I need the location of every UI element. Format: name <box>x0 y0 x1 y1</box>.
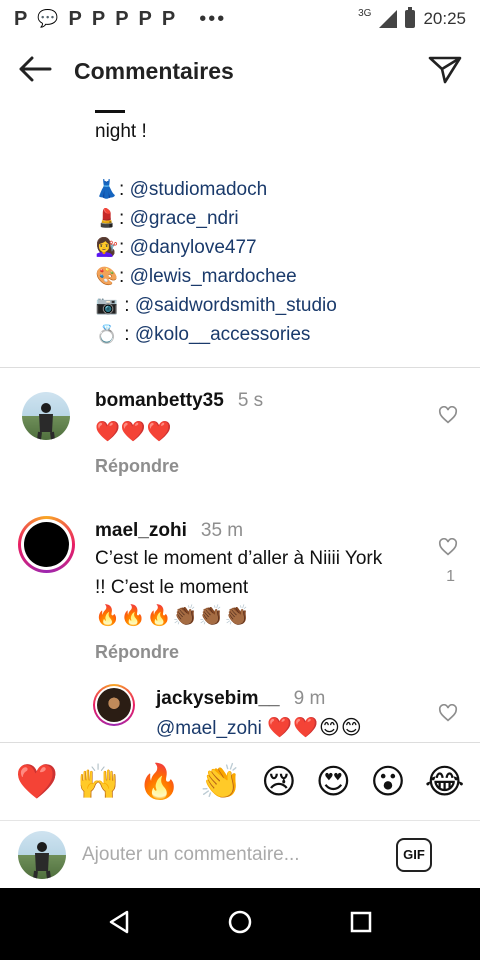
comment-header: mael_zohi 35 m <box>95 520 243 542</box>
separator: : <box>124 295 130 316</box>
avatar[interactable] <box>22 392 70 440</box>
quick-emoji-bar: ❤️ 🙌 🔥 👏 😢 😍 😮 😂 <box>0 742 480 820</box>
send-icon[interactable] <box>428 54 462 89</box>
credit-line: 👗 : @studiomadoch <box>95 175 465 204</box>
signal-icon <box>379 10 398 28</box>
timestamp: 35 m <box>200 520 244 541</box>
notification-icons: P 💬 P P P P P ••• <box>14 8 226 31</box>
heart-eyes-emoji-button[interactable]: 😍 <box>316 762 351 802</box>
battery-icon <box>405 7 416 28</box>
username[interactable]: mael_zohi <box>95 520 187 541</box>
post-caption: night ! 👗 : @studiomadoch 💄 : @grace_ndr… <box>95 104 465 349</box>
network-type: 3G <box>358 7 372 19</box>
surprised-face-emoji-button[interactable]: 😮 <box>370 762 405 802</box>
mention-link[interactable]: @saidwordsmith_studio <box>135 291 337 320</box>
palette-icon: 🎨 <box>95 266 119 286</box>
comment-item: mael_zohi 35 m C’est le moment d’aller à … <box>0 512 480 682</box>
mention-link[interactable]: @lewis_mardochee <box>130 262 297 291</box>
credit-line: 🎨 : @lewis_mardochee <box>95 262 465 291</box>
like-heart-icon[interactable] <box>438 537 458 561</box>
comment-item: bomanbetty35 5 s ❤️❤️❤️ Répondre <box>0 384 480 494</box>
page-title: Commentaires <box>74 57 234 84</box>
comment-input[interactable] <box>82 843 396 866</box>
notification-icon: P <box>14 7 28 30</box>
reply-button[interactable]: Répondre <box>95 642 179 663</box>
comment-text: @mael_zohi ❤️❤️😊😊 <box>156 714 363 742</box>
fire-emoji-button[interactable]: 🔥 <box>138 762 180 802</box>
mention-link[interactable]: @kolo__accessories <box>135 320 311 349</box>
caption-line <box>95 104 465 117</box>
separator: : <box>119 237 125 258</box>
notification-icon: P <box>68 7 82 30</box>
back-arrow-icon[interactable] <box>18 56 52 87</box>
notification-icon: P <box>138 7 152 30</box>
timestamp: 9 m <box>293 688 326 709</box>
avatar[interactable] <box>18 516 75 573</box>
notification-icon: P <box>91 7 106 30</box>
comment-emojis: ❤️❤️😊😊 <box>267 717 363 739</box>
like-count: 1 <box>446 568 455 585</box>
credit-line: 💄 : @grace_ndri <box>95 204 465 233</box>
nav-recents-icon[interactable] <box>350 911 372 938</box>
divider <box>0 367 480 368</box>
username[interactable]: bomanbetty35 <box>95 390 224 411</box>
credit-line: 💍 : @kolo__accessories <box>95 320 465 349</box>
comment-line: C’est le moment d’aller à Niiii York <box>95 548 383 569</box>
like-heart-icon[interactable] <box>438 405 458 429</box>
nav-home-icon[interactable] <box>227 909 253 940</box>
separator: : <box>124 324 130 345</box>
notification-icon: P <box>115 7 129 30</box>
ring-icon: 💍 <box>95 324 119 344</box>
comment-header: bomanbetty35 5 s <box>95 390 263 412</box>
avatar[interactable] <box>93 684 135 726</box>
comment-line: !! C’est le moment <box>95 577 249 598</box>
crying-face-emoji-button[interactable]: 😢 <box>261 762 296 802</box>
mention-link[interactable]: @danylove477 <box>130 233 257 262</box>
haircut-icon: 💇‍♀️ <box>95 237 119 257</box>
dress-icon: 👗 <box>95 179 119 199</box>
gif-button[interactable]: GIF <box>396 837 432 872</box>
comment-input-bar: GIF <box>0 820 480 888</box>
mention-link[interactable]: @grace_ndri <box>130 204 239 233</box>
credit-line: 📷 : @saidwordsmith_studio <box>95 291 465 320</box>
comment-emojis: 🔥🔥🔥👏🏾👏🏾👏🏾 <box>95 605 251 627</box>
app-bar: Commentaires <box>0 38 480 104</box>
mention-link[interactable]: @studiomadoch <box>130 175 268 204</box>
tears-of-joy-emoji-button[interactable]: 😂 <box>425 762 465 802</box>
more-notifications-icon: ••• <box>199 7 227 30</box>
reply-item: jackysebim__ 9 m @mael_zohi ❤️❤️😊😊 <box>0 680 480 742</box>
camera-icon: 📷 <box>95 295 119 315</box>
mention-link[interactable]: @mael_zohi <box>156 718 262 739</box>
nav-back-icon[interactable] <box>108 910 130 939</box>
comment-text: C’est le moment d’aller à Niiii York !! … <box>95 544 425 631</box>
like-heart-icon[interactable] <box>438 703 458 727</box>
comment-header: jackysebim__ 9 m <box>156 688 325 710</box>
current-user-avatar <box>18 830 66 879</box>
notification-icon: P <box>161 7 176 30</box>
comment-text: ❤️❤️❤️ <box>95 421 173 443</box>
caption-text: night ! <box>95 121 147 142</box>
credit-line: 💇‍♀️ : @danylove477 <box>95 233 465 262</box>
lipstick-icon: 💄 <box>95 208 119 228</box>
red-heart-emoji-button[interactable]: ❤️ <box>16 762 58 802</box>
separator: : <box>119 208 125 229</box>
raising-hands-emoji-button[interactable]: 🙌 <box>77 762 119 802</box>
separator: : <box>119 266 125 287</box>
separator: : <box>119 179 125 200</box>
reply-button[interactable]: Répondre <box>95 456 179 477</box>
status-bar: P 💬 P P P P P ••• 3G 20:25 <box>0 0 480 38</box>
system-nav-bar <box>0 888 480 960</box>
username[interactable]: jackysebim__ <box>156 688 280 709</box>
comments-list[interactable]: night ! 👗 : @studiomadoch 💄 : @grace_ndr… <box>0 104 480 742</box>
clock: 20:25 <box>423 9 466 28</box>
clapping-hands-emoji-button[interactable]: 👏 <box>200 762 242 802</box>
notification-icon: 💬 <box>37 9 59 28</box>
timestamp: 5 s <box>237 390 264 411</box>
